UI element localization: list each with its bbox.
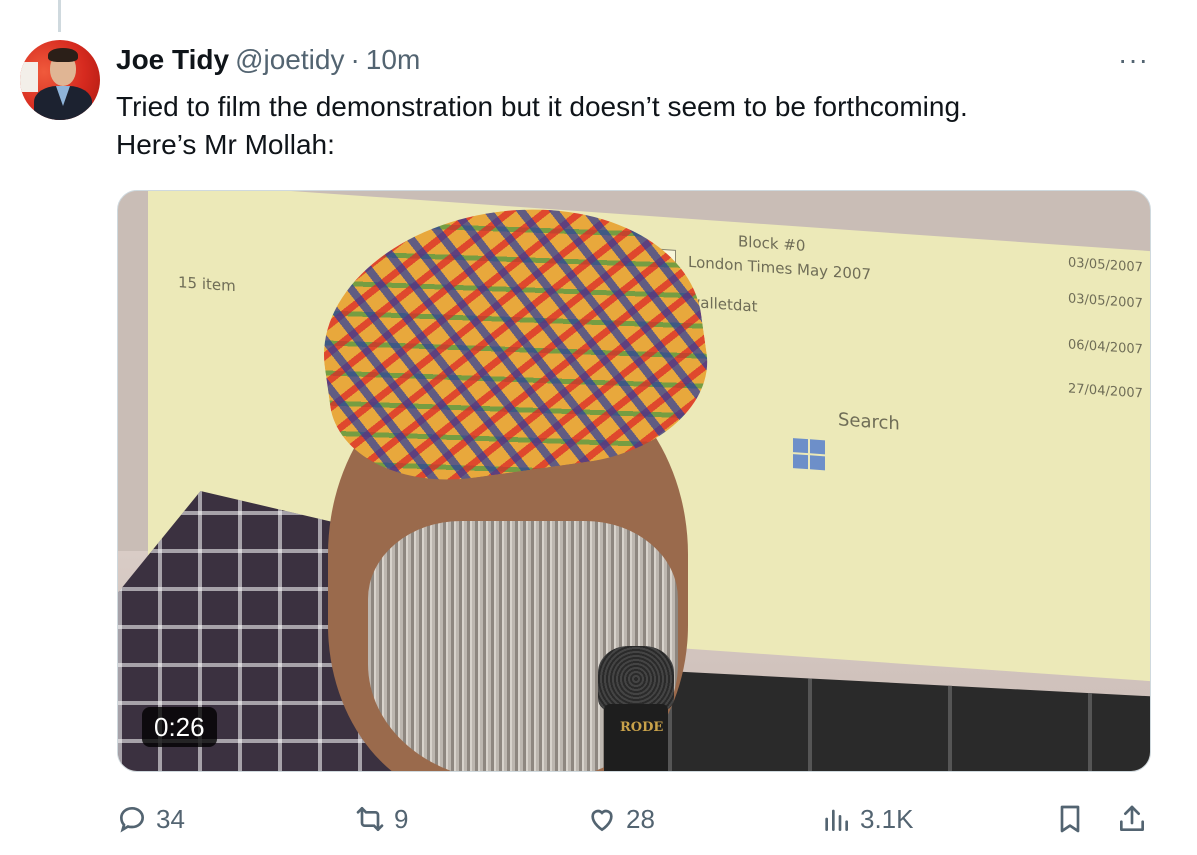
like-button[interactable]: 28 bbox=[586, 797, 655, 841]
tweet-text-line: Tried to film the demonstration but it d… bbox=[116, 91, 968, 122]
reply-icon bbox=[119, 806, 145, 833]
reply-count: 34 bbox=[156, 803, 185, 834]
tweet-actions: 34 9 28 3.1K bbox=[116, 797, 1156, 841]
screen-file-top: Block #0 bbox=[738, 232, 806, 255]
heart-icon bbox=[591, 809, 613, 832]
avatar[interactable] bbox=[20, 40, 100, 120]
views-count: 3.1K bbox=[860, 803, 914, 834]
views-icon bbox=[825, 809, 848, 831]
like-count: 28 bbox=[626, 803, 655, 834]
tweet-text: Tried to film the demonstration but it d… bbox=[116, 88, 1156, 164]
video-player[interactable]: 15 item Block #0 London Times May 2007 w… bbox=[117, 190, 1151, 772]
microphone: RODE bbox=[598, 646, 674, 771]
views-button[interactable]: 3.1K bbox=[820, 797, 914, 841]
tweet-text-line: Here’s Mr Mollah: bbox=[116, 129, 335, 160]
share-button[interactable] bbox=[1116, 797, 1148, 841]
screen-date: 27/04/2007 bbox=[1068, 381, 1143, 402]
tweet-header: Joe Tidy @joetidy · 10m bbox=[116, 44, 420, 76]
avatar-background bbox=[20, 62, 38, 92]
windows-logo-icon bbox=[793, 438, 825, 471]
screen-items-count: 15 item bbox=[178, 273, 236, 296]
screen-date: 03/05/2007 bbox=[1068, 255, 1143, 276]
screen-date: 03/05/2007 bbox=[1068, 291, 1143, 312]
author-handle[interactable]: @joetidy bbox=[235, 44, 344, 76]
screen-search: Search bbox=[838, 409, 900, 435]
separator: · bbox=[350, 44, 360, 75]
repost-button[interactable]: 9 bbox=[354, 797, 408, 841]
screen-date: 06/04/2007 bbox=[1068, 337, 1143, 358]
repost-icon bbox=[356, 807, 384, 831]
video-duration-badge: 0:26 bbox=[142, 707, 217, 747]
repost-count: 9 bbox=[394, 803, 409, 834]
share-icon bbox=[1120, 805, 1144, 831]
thread-connector bbox=[58, 0, 61, 32]
timestamp[interactable]: 10m bbox=[366, 44, 420, 76]
microphone-brand: RODE bbox=[620, 720, 664, 735]
bookmark-button[interactable] bbox=[1054, 797, 1086, 841]
reply-button[interactable]: 34 bbox=[116, 797, 185, 841]
bookmark-icon bbox=[1060, 805, 1080, 833]
screen-file-name: London Times May 2007 bbox=[688, 252, 871, 284]
avatar-hair bbox=[48, 48, 78, 62]
author-name[interactable]: Joe Tidy bbox=[116, 44, 229, 76]
more-options-button[interactable]: ··· bbox=[1118, 46, 1149, 74]
